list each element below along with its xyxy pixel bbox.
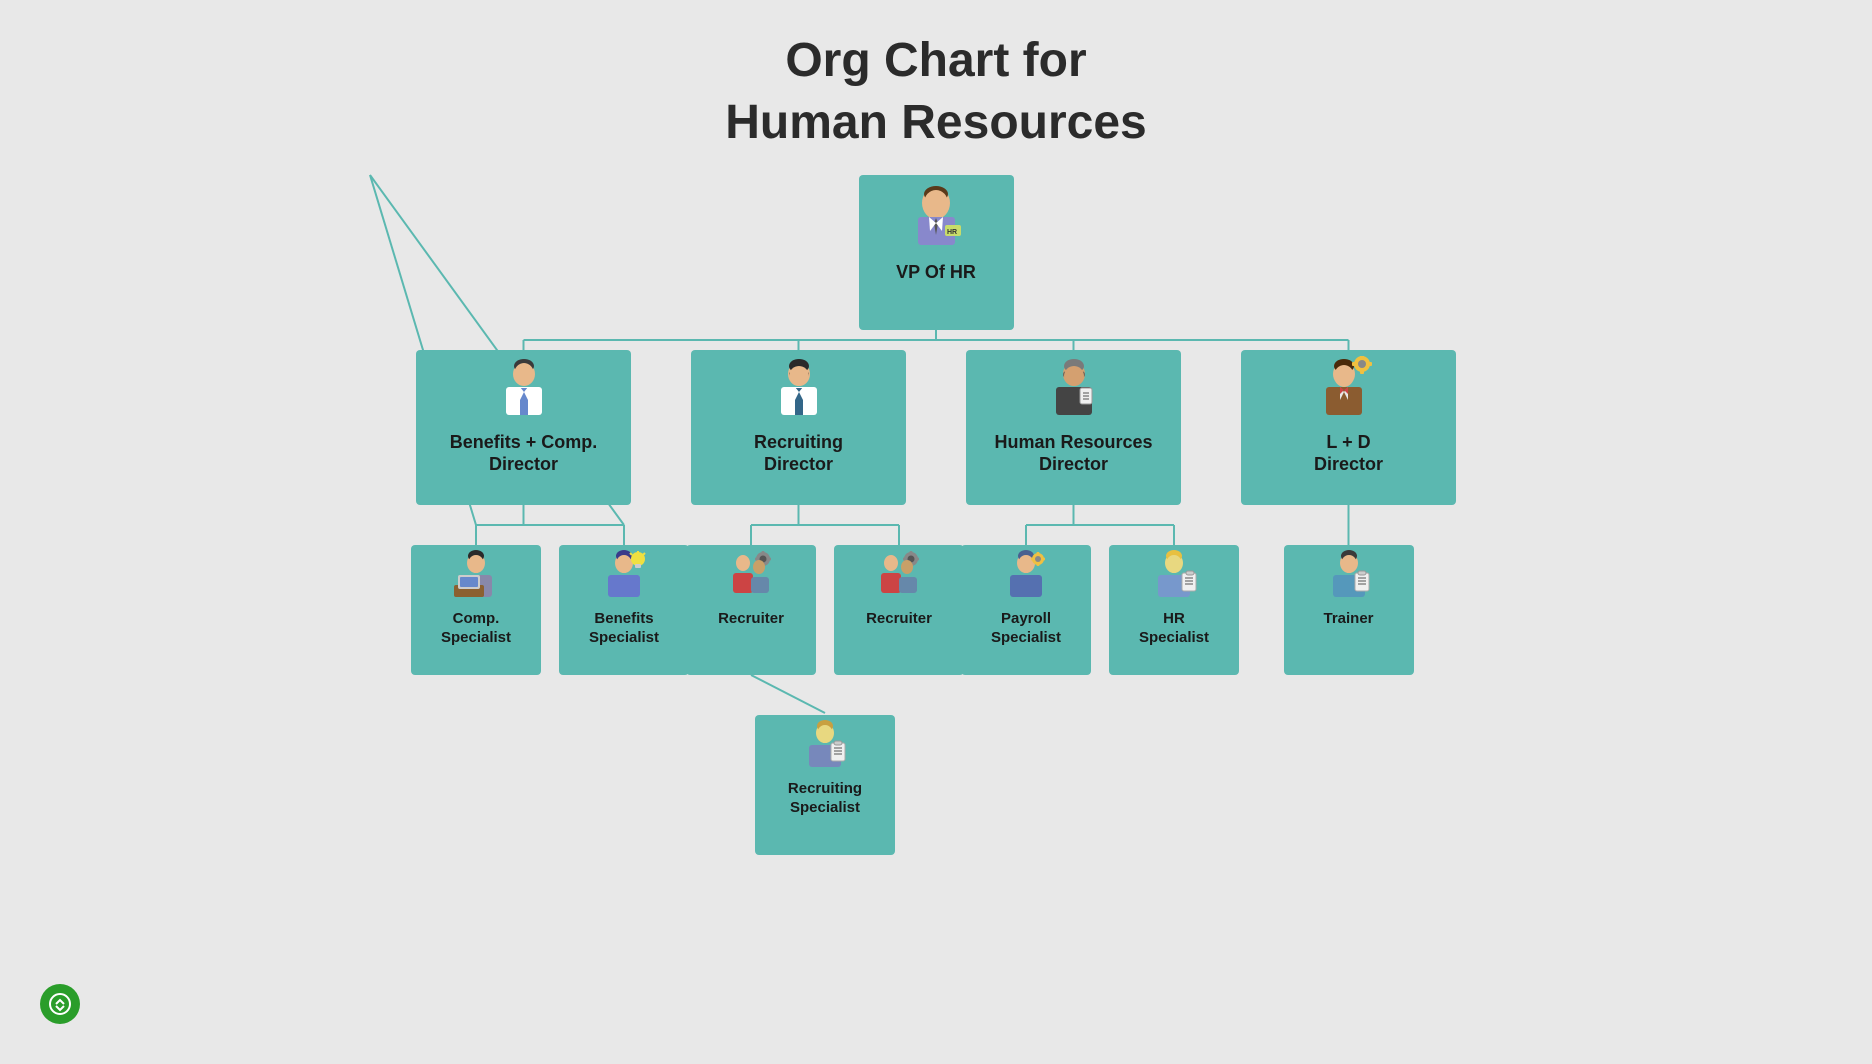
- recruiter2-node: Recruiter: [834, 545, 964, 675]
- page-title: Org Chart for Human Resources: [0, 0, 1872, 175]
- bs-label: BenefitsSpecialist: [581, 604, 667, 658]
- ld-director-node: L + DDirector: [1241, 350, 1456, 505]
- hrd-label: Human ResourcesDirector: [986, 425, 1160, 486]
- tr-label: Trainer: [1315, 604, 1381, 639]
- trainer-node: Trainer: [1284, 545, 1414, 675]
- bc-director-label: Benefits + Comp.Director: [442, 425, 606, 486]
- recruiter1-node: Recruiter: [686, 545, 816, 675]
- org-chart: HR VP Of HR Benefits +: [0, 175, 1872, 1045]
- ld-label: L + DDirector: [1306, 425, 1391, 486]
- recruiting-specialist-container: RecruitingSpecialist: [755, 715, 895, 855]
- r1-label: Recruiter: [710, 604, 792, 639]
- rec-specialists: Recruiter: [686, 545, 964, 675]
- r2-label: Recruiter: [858, 604, 940, 639]
- ld-specialists: Trainer: [1284, 545, 1414, 675]
- hr-director-node: Human ResourcesDirector: [966, 350, 1181, 505]
- bc-specialists: Comp.Specialist BenefitsSpecialist: [411, 545, 689, 675]
- recruiting-director-node: RecruitingDirector: [691, 350, 906, 505]
- title-line1: Org Chart for: [785, 34, 1086, 87]
- recruiting-specialist-node: RecruitingSpecialist: [755, 715, 895, 855]
- vp-icon: HR: [904, 181, 969, 255]
- hr-specialist-node: HRSpecialist: [1109, 545, 1239, 675]
- title-line2: Human Resources: [725, 96, 1146, 149]
- rd-label: RecruitingDirector: [746, 425, 851, 486]
- cs-label: Comp.Specialist: [433, 604, 519, 658]
- vp-label: VP Of HR: [888, 255, 984, 294]
- vp-node: HR VP Of HR: [859, 175, 1014, 330]
- svg-text:HR: HR: [947, 229, 957, 236]
- hr-specialists: PayrollSpecialist HRSpecialist: [961, 545, 1239, 675]
- ps-label: PayrollSpecialist: [983, 604, 1069, 658]
- benefits-specialist-node: BenefitsSpecialist: [559, 545, 689, 675]
- comp-specialist-node: Comp.Specialist: [411, 545, 541, 675]
- rs-label: RecruitingSpecialist: [780, 774, 870, 828]
- benefits-comp-director-node: Benefits + Comp.Director: [416, 350, 631, 505]
- payroll-specialist-node: PayrollSpecialist: [961, 545, 1091, 675]
- bottom-logo: [40, 984, 80, 1024]
- hrs-label: HRSpecialist: [1131, 604, 1217, 658]
